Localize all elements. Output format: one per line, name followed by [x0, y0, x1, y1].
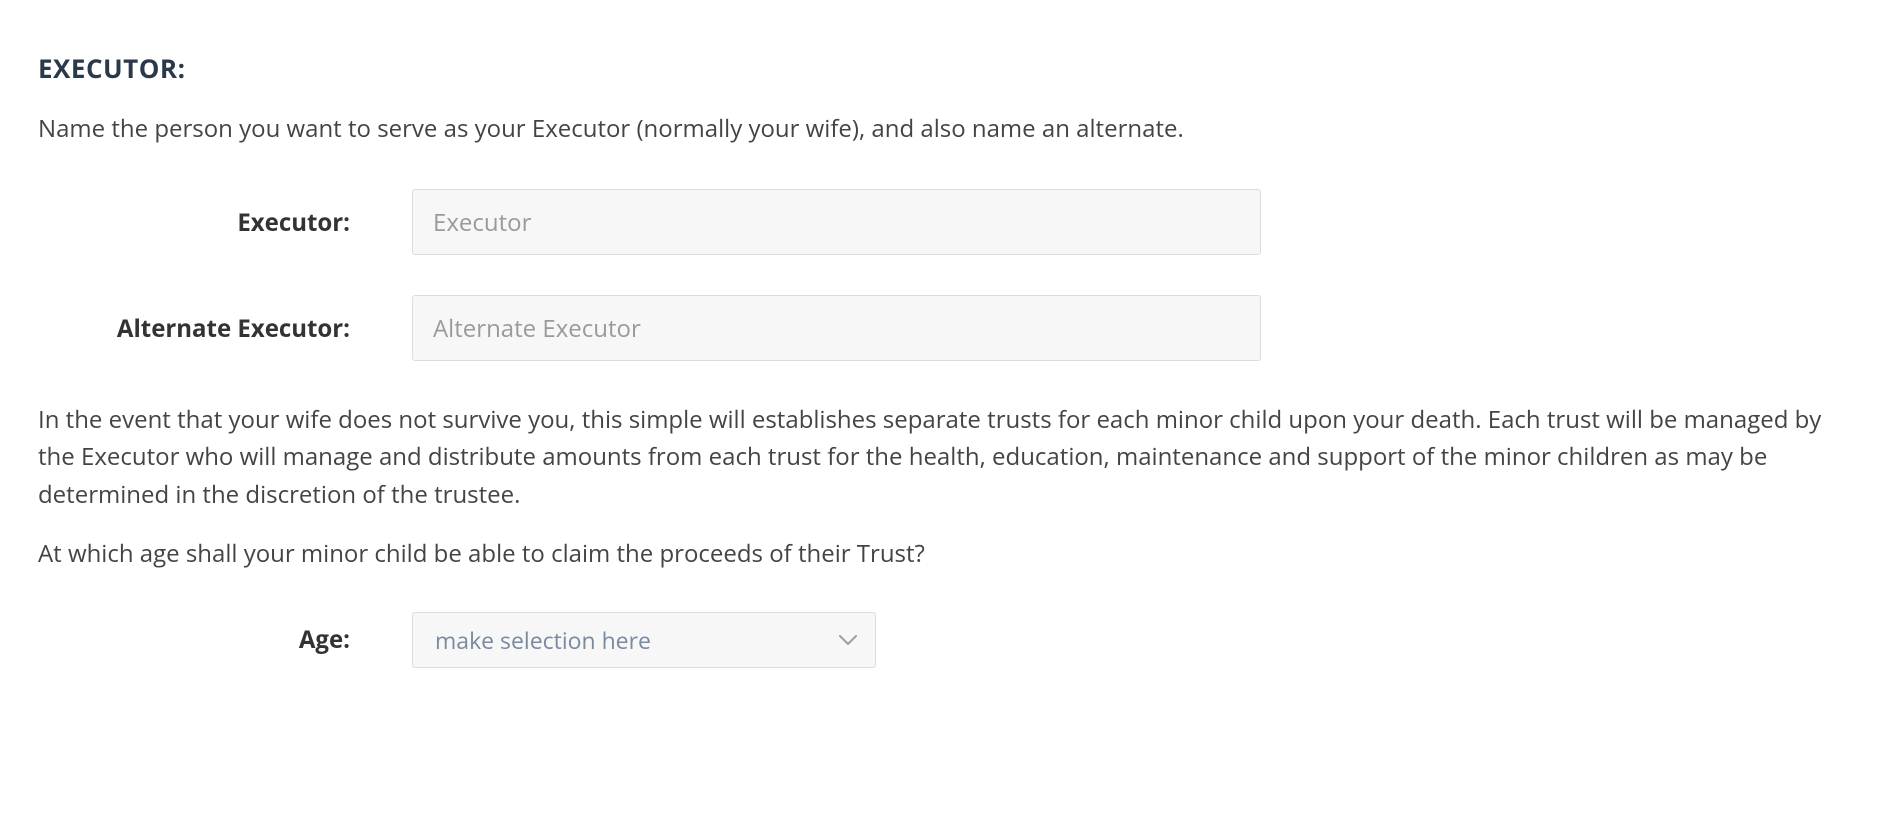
alternate-executor-label: Alternate Executor: — [38, 312, 412, 345]
age-label: Age: — [38, 623, 412, 656]
age-row: Age: make selection here — [38, 612, 1842, 668]
trust-description-text: In the event that your wife does not sur… — [38, 401, 1842, 513]
executor-intro-text: Name the person you want to serve as you… — [38, 110, 1842, 147]
executor-label: Executor: — [38, 206, 412, 239]
alternate-executor-input[interactable] — [412, 295, 1261, 361]
alternate-executor-row: Alternate Executor: — [38, 295, 1842, 361]
executor-input[interactable] — [412, 189, 1261, 255]
age-select-wrapper: make selection here — [412, 612, 876, 668]
section-heading: EXECUTOR: — [38, 50, 1842, 86]
age-select[interactable]: make selection here — [412, 612, 876, 668]
executor-row: Executor: — [38, 189, 1842, 255]
age-question-text: At which age shall your minor child be a… — [38, 535, 1842, 572]
